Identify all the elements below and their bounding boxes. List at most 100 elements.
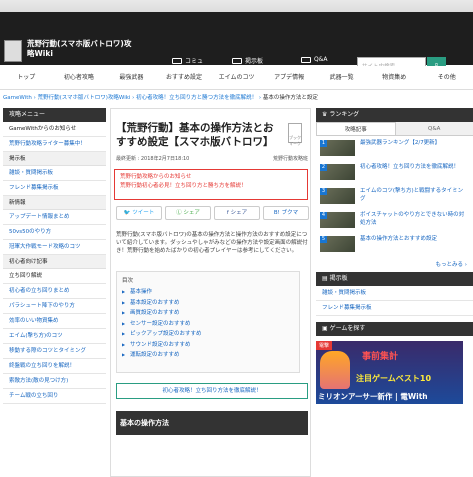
- site-title[interactable]: 荒野行動(スマホ版バトロワ)攻略Wiki: [27, 39, 137, 59]
- ranking-title: 最強武器ランキング【2/7更新】: [360, 140, 441, 146]
- sidebar-item[interactable]: 50vs50のやり方: [3, 225, 106, 240]
- toc-item[interactable]: 基本設定のおすすめ: [122, 298, 294, 309]
- breadcrumb-item[interactable]: 初心者攻略！立ち回り方と勝つ方法を徹底解説！: [136, 95, 257, 101]
- ranking-item[interactable]: 4 ボイスチャットのやり方とできない時の対処方法: [316, 208, 473, 232]
- site-logo[interactable]: [4, 40, 22, 62]
- global-menu: トップ 初心者攻略 最強武器 おすすめ設定 エイムのコツ アプデ情報 武器一覧 …: [0, 66, 473, 90]
- tweet-button[interactable]: 🐦 ツイート: [116, 206, 162, 220]
- board-icon: ▤: [322, 275, 328, 282]
- toc-item[interactable]: サウンド設定のおすすめ: [122, 340, 294, 351]
- toc-item[interactable]: センサー設定のおすすめ: [122, 319, 294, 330]
- article-title: 【荒野行動】基本の操作方法とおすすめ設定【スマホ版バトロワ】: [116, 122, 274, 148]
- sidebar-item[interactable]: 冠軍大作戦モード攻略のコツ: [3, 240, 106, 255]
- updated-date: 最終更新 : 2018年2月7日18:10: [116, 156, 190, 162]
- sidebar-item[interactable]: アップデート情報まとめ: [3, 210, 106, 225]
- rank-number: 2: [320, 164, 327, 171]
- ad-text: 事前集計: [362, 352, 399, 362]
- facebook-share-button[interactable]: f シェア: [214, 206, 260, 220]
- sidebar-item[interactable]: フレンド募集掲示板: [3, 181, 106, 196]
- notice-link[interactable]: 荒野行動初心者必見！立ち回り方と勝ち方を解説！: [120, 182, 302, 191]
- nav-board[interactable]: 掲示板: [232, 56, 263, 65]
- sidebar-item[interactable]: パラシュート降下のやり方: [3, 299, 106, 314]
- beginner-guide-link[interactable]: 初心者攻略！立ち回り方法を徹底解説！: [116, 383, 308, 399]
- sidebar-item[interactable]: GameWithからのお知らせ: [3, 122, 106, 137]
- ranking-title: 初心者攻略！立ち回り方法を徹底解説！: [360, 164, 460, 170]
- sidebar-item[interactable]: 移動する際のコツとタイミング: [3, 344, 106, 359]
- ranking-item[interactable]: 3 エイムのコツ(撃ち方)と戦闘するタイミング: [316, 184, 473, 208]
- menu-settings[interactable]: おすすめ設定: [158, 66, 211, 89]
- menu-weapon-list[interactable]: 武器一覧: [315, 66, 368, 89]
- author[interactable]: 荒野行動攻略班: [273, 155, 308, 162]
- ranking-header: ♛ ランキング: [316, 108, 473, 122]
- line-icon: Ⓛ: [176, 210, 182, 216]
- sidebar-item[interactable]: 立ち回り解説: [3, 269, 106, 284]
- site-header: 荒野行動(スマホ版バトロワ)攻略Wiki コミュ 掲示板 Q&A サイト内検索 …: [0, 12, 473, 73]
- nav-qa[interactable]: Q&A: [301, 56, 328, 63]
- crown-icon: ♛: [322, 111, 328, 118]
- ranking-title: エイムのコツ(撃ち方)と戦闘するタイミング: [360, 188, 464, 202]
- toc-item[interactable]: 基本操作: [122, 287, 294, 298]
- rank-number: 3: [320, 188, 327, 195]
- toc-item[interactable]: ピックアップ設定のおすすめ: [122, 329, 294, 340]
- article-intro: 荒野行動(スマホ版バトロワ)の基本の操作方法と操作方法のおすすめ設定について紹介…: [116, 232, 308, 254]
- sidebar-item[interactable]: 荒野行動攻略ライター募集中！: [3, 137, 106, 152]
- sidebar-item[interactable]: 初心者の立ち回りまとめ: [3, 284, 106, 299]
- hatena-bookmark-button[interactable]: B! ブクマ: [263, 206, 309, 220]
- article-meta: 最終更新 : 2018年2月7日18:10 荒野行動攻略班: [116, 155, 308, 162]
- ad-tag: 電撃: [316, 341, 333, 350]
- ranking-item[interactable]: 2 初心者攻略！立ち回り方法を徹底解説！: [316, 160, 473, 184]
- right-sidebar: ♛ ランキング 攻略記事 Q&A 1 最強武器ランキング【2/7更新】 2 初心者攻略…: [316, 108, 473, 404]
- menu-aim[interactable]: エイムのコツ: [210, 66, 263, 89]
- menu-top[interactable]: トップ: [0, 66, 53, 89]
- browser-top-bar: [0, 0, 473, 12]
- game-search-header: ▣ ゲームを探す: [316, 322, 473, 336]
- people-icon: [172, 57, 182, 64]
- sidebar-item[interactable]: 索敵方法(敵の見つけ方): [3, 374, 106, 389]
- game-ad-banner[interactable]: 電撃 事前集計 注目ゲームベスト10 ミリオンアーサー新作 | 電With: [316, 341, 463, 404]
- table-of-contents: 目次 基本操作 基本設定のおすすめ 画質設定のおすすめ センサー設定のおすすめ …: [116, 271, 300, 373]
- sidebar-item[interactable]: エイム(撃ち方)のコツ: [3, 329, 106, 344]
- menu-weapon[interactable]: 最強武器: [105, 66, 158, 89]
- ranking-item[interactable]: 5 基本の操作方法とおすすめ設定: [316, 232, 473, 256]
- tab-articles[interactable]: 攻略記事: [316, 122, 396, 135]
- toc-item[interactable]: 運転設定のおすすめ: [122, 350, 294, 361]
- ranking-item[interactable]: 1 最強武器ランキング【2/7更新】: [316, 136, 473, 160]
- menu-update[interactable]: アプデ情報: [263, 66, 316, 89]
- facebook-icon: f: [226, 210, 229, 216]
- board-header: ▤ 掲示板: [316, 272, 473, 286]
- ad-text: 注目ゲームベスト10: [356, 374, 432, 383]
- ad-text: ミリオンアーサー新作 | 電With: [318, 392, 428, 401]
- board-link[interactable]: 雑談・質問掲示板: [316, 286, 473, 301]
- breadcrumb-current: 基本の操作方法と設定: [262, 95, 318, 101]
- twitter-icon: 🐦: [123, 210, 131, 216]
- breadcrumb-item[interactable]: GameWith: [3, 95, 32, 101]
- line-share-button[interactable]: Ⓛ シェア: [165, 206, 211, 220]
- rank-number: 5: [320, 236, 327, 243]
- character-illustration: [320, 351, 350, 389]
- breadcrumb: GameWith › 荒野行動(スマホ版バトロワ)攻略Wiki › 初心者攻略！…: [3, 95, 318, 101]
- menu-beginner[interactable]: 初心者攻略: [53, 66, 106, 89]
- nav-community[interactable]: コミュ: [172, 56, 203, 65]
- more-link[interactable]: もっとみる ›: [316, 256, 473, 272]
- rank-number: 1: [320, 140, 327, 147]
- notice-heading: 荒野行動攻略からのお知らせ: [120, 174, 192, 180]
- toc-item[interactable]: 画質設定のおすすめ: [122, 308, 294, 319]
- tab-qa[interactable]: Q&A: [395, 122, 473, 135]
- sidebar-item[interactable]: 雑談・質問掲示板: [3, 166, 106, 181]
- sidebar-section: 初心者向け記事: [3, 255, 106, 269]
- ranking-tabs: 攻略記事 Q&A: [316, 122, 473, 136]
- sidebar-item[interactable]: チーム戦の立ち回り: [3, 389, 106, 404]
- sidebar-section: 新情報: [3, 196, 106, 210]
- notice-box: 荒野行動攻略からのお知らせ 荒野行動初心者必見！立ち回り方と勝ち方を解説！: [114, 169, 308, 200]
- ranking-title: ボイスチャットのやり方とできない時の対処方法: [360, 212, 465, 226]
- ranking-title: 基本の操作方法とおすすめ設定: [360, 236, 438, 242]
- menu-other[interactable]: その他: [421, 66, 473, 89]
- left-sidebar: 攻略メニュー GameWithからのお知らせ 荒野行動攻略ライター募集中！ 掲示板雑…: [3, 108, 106, 404]
- section-heading: 基本の操作方法: [116, 411, 308, 435]
- bookmark-button[interactable]: ブックマーク: [288, 123, 302, 146]
- breadcrumb-item[interactable]: 荒野行動(スマホ版バトロワ)攻略Wiki: [38, 95, 131, 101]
- menu-supplies[interactable]: 物資集め: [368, 66, 421, 89]
- board-link[interactable]: フレンド募集掲示板: [316, 301, 473, 316]
- sidebar-item[interactable]: 効率のいい物資集め: [3, 314, 106, 329]
- sidebar-item[interactable]: 終盤戦の立ち回りを解説！: [3, 359, 106, 374]
